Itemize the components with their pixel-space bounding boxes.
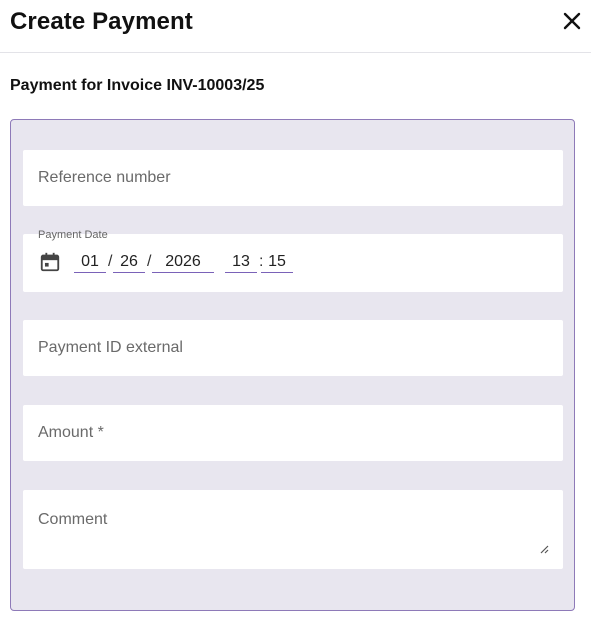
- comment-textarea[interactable]: [23, 490, 563, 569]
- resize-handle-icon[interactable]: [540, 545, 549, 554]
- calendar-icon[interactable]: [39, 251, 61, 273]
- payment-date-field: Payment Date 01 / 26 / 2026 13 : 15: [23, 229, 563, 292]
- time-hour-segment[interactable]: 13: [225, 252, 257, 273]
- payment-form-panel: Payment Date 01 / 26 / 2026 13 : 15: [10, 119, 575, 611]
- dialog-header: Create Payment: [0, 0, 591, 53]
- reference-number-input[interactable]: [23, 150, 563, 206]
- dialog-title: Create Payment: [10, 8, 193, 35]
- invoice-subtitle: Payment for Invoice INV-10003/25: [10, 77, 265, 94]
- close-button[interactable]: [561, 10, 583, 32]
- close-icon: [563, 12, 581, 30]
- amount-field: [23, 405, 563, 461]
- reference-number-field: [23, 150, 563, 206]
- amount-input[interactable]: [23, 405, 563, 461]
- date-month-segment[interactable]: 01: [74, 252, 106, 273]
- payment-id-external-field: [23, 320, 563, 376]
- time-minute-segment[interactable]: 15: [261, 252, 293, 273]
- date-separator: /: [147, 253, 152, 270]
- payment-id-external-input[interactable]: [23, 320, 563, 376]
- date-year-segment[interactable]: 2026: [152, 252, 214, 273]
- payment-date-label: Payment Date: [38, 229, 108, 241]
- comment-field: [23, 490, 563, 569]
- date-day-segment[interactable]: 26: [113, 252, 145, 273]
- date-separator: /: [108, 253, 113, 270]
